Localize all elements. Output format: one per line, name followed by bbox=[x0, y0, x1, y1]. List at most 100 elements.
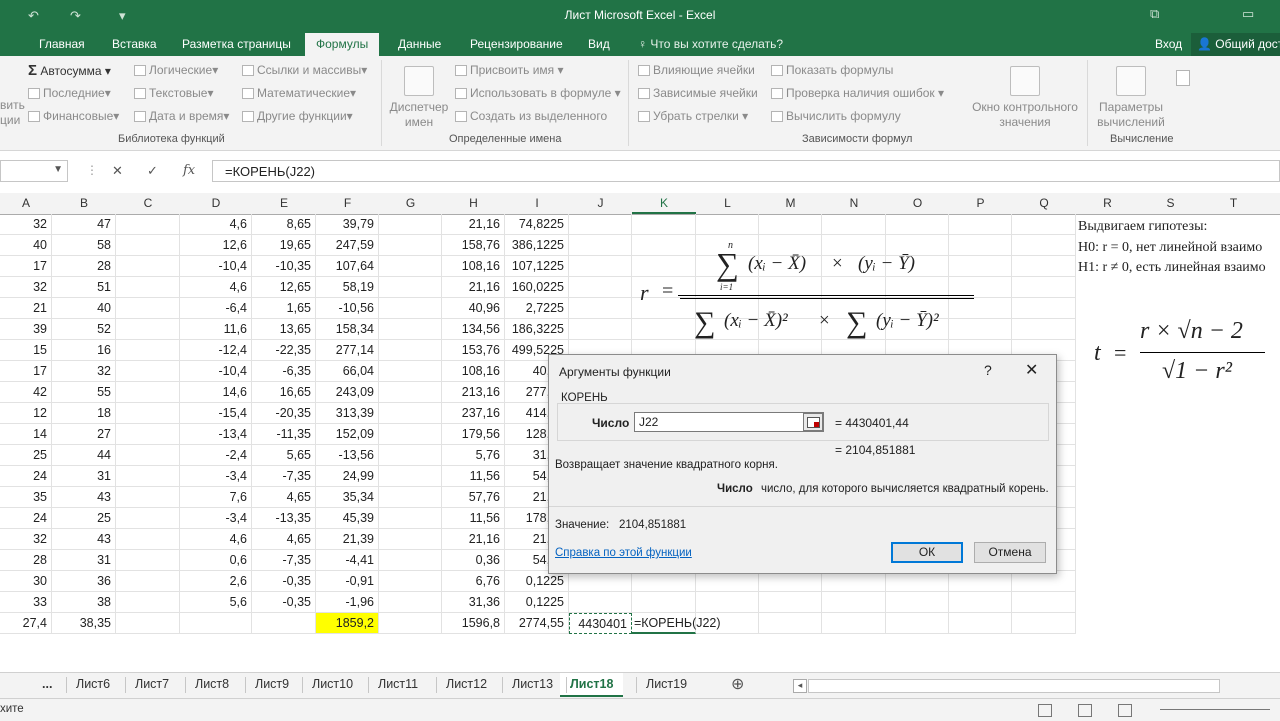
cell-a-row[interactable]: 39 bbox=[0, 319, 52, 340]
column-header-f[interactable]: F bbox=[316, 196, 379, 210]
cell-d-row[interactable]: 7,6 bbox=[180, 487, 252, 508]
cell-b-row[interactable]: 58 bbox=[52, 235, 116, 256]
cell-q-row[interactable] bbox=[1012, 613, 1076, 634]
cell-h-row[interactable]: 31,36 bbox=[442, 592, 505, 613]
cell-b-row[interactable]: 31 bbox=[52, 550, 116, 571]
cell-m-row[interactable] bbox=[759, 571, 822, 592]
cell-a-row[interactable]: 25 bbox=[0, 445, 52, 466]
cell-e-row[interactable]: -11,35 bbox=[252, 424, 316, 445]
cell-c-row[interactable] bbox=[116, 319, 180, 340]
cell-a-row[interactable]: 15 bbox=[0, 340, 52, 361]
cell-d-row[interactable]: -15,4 bbox=[180, 403, 252, 424]
cell-c-row[interactable] bbox=[116, 403, 180, 424]
cell-g-row[interactable] bbox=[379, 340, 442, 361]
cell-m-row[interactable] bbox=[759, 592, 822, 613]
zoom-slider[interactable] bbox=[1160, 709, 1270, 710]
cell-f-row[interactable]: 247,59 bbox=[316, 235, 379, 256]
cell-e-row[interactable]: -6,35 bbox=[252, 361, 316, 382]
cell-o-row[interactable] bbox=[886, 214, 949, 235]
insert-function-button[interactable]: вить ции bbox=[0, 98, 25, 128]
cell-c-row[interactable] bbox=[116, 445, 180, 466]
column-header-i[interactable]: I bbox=[505, 196, 569, 210]
cell-h-row[interactable]: 57,76 bbox=[442, 487, 505, 508]
cell-g-row[interactable] bbox=[379, 487, 442, 508]
column-header-a[interactable]: A bbox=[0, 196, 52, 210]
column-header-l[interactable]: L bbox=[696, 196, 759, 210]
cell-k-row[interactable] bbox=[632, 214, 696, 235]
cell-c-row[interactable] bbox=[116, 424, 180, 445]
cell-h-row[interactable]: 0,36 bbox=[442, 550, 505, 571]
cell-a-row[interactable]: 35 bbox=[0, 487, 52, 508]
trace-precedents-button[interactable]: Влияющие ячейки bbox=[638, 63, 755, 77]
cell-e-row[interactable]: 12,65 bbox=[252, 277, 316, 298]
cell-f-row[interactable]: 107,64 bbox=[316, 256, 379, 277]
cell-i-row[interactable]: 0,1225 bbox=[505, 571, 569, 592]
share-button[interactable]: 👤 Общий дост bbox=[1191, 33, 1280, 56]
sheet-tab-лист18[interactable]: Лист18 bbox=[560, 673, 624, 697]
cell-f-row[interactable]: -0,91 bbox=[316, 571, 379, 592]
cell-e-row[interactable]: 8,65 bbox=[252, 214, 316, 235]
cell-d-row[interactable] bbox=[180, 613, 252, 634]
cell-f-row[interactable]: 39,79 bbox=[316, 214, 379, 235]
cell-e-row[interactable]: 5,65 bbox=[252, 445, 316, 466]
cell-j-row[interactable] bbox=[569, 298, 632, 319]
cell-k-row[interactable] bbox=[632, 571, 696, 592]
cell-c-row[interactable] bbox=[116, 571, 180, 592]
cell-p-row[interactable] bbox=[949, 214, 1012, 235]
cell-d-row[interactable]: 4,6 bbox=[180, 277, 252, 298]
cell-m-row[interactable] bbox=[759, 214, 822, 235]
cell-q-row[interactable] bbox=[1012, 277, 1076, 298]
cell-h-row[interactable]: 21,16 bbox=[442, 529, 505, 550]
help-link[interactable]: Справка по этой функции bbox=[555, 547, 692, 559]
sheet-tab-лист8[interactable]: Лист8 bbox=[195, 677, 229, 691]
cell-m-row[interactable] bbox=[759, 613, 822, 634]
sheet-tab-лист12[interactable]: Лист12 bbox=[446, 677, 487, 691]
cell-b-row[interactable]: 38 bbox=[52, 592, 116, 613]
normal-view-icon[interactable] bbox=[1038, 704, 1052, 717]
tab-data[interactable]: Данные bbox=[398, 37, 441, 51]
cell-b-row[interactable]: 47 bbox=[52, 214, 116, 235]
cell-a-row[interactable]: 32 bbox=[0, 529, 52, 550]
cell-n-row[interactable] bbox=[822, 613, 886, 634]
cell-l-row[interactable] bbox=[696, 214, 759, 235]
cell-e-row[interactable]: -0,35 bbox=[252, 592, 316, 613]
cell-g-row[interactable] bbox=[379, 445, 442, 466]
cell-i-row[interactable]: 186,3225 bbox=[505, 319, 569, 340]
scroll-left-icon[interactable]: ◂ bbox=[793, 679, 807, 693]
cell-c-row[interactable] bbox=[116, 235, 180, 256]
column-header-b[interactable]: B bbox=[52, 196, 116, 210]
cell-i-row[interactable]: 0,1225 bbox=[505, 592, 569, 613]
cell-b-row[interactable]: 43 bbox=[52, 529, 116, 550]
cell-f-row[interactable]: 152,09 bbox=[316, 424, 379, 445]
cell-a-row[interactable]: 12 bbox=[0, 403, 52, 424]
cell-g-row[interactable] bbox=[379, 550, 442, 571]
cell-j-row[interactable] bbox=[569, 571, 632, 592]
cell-h-row[interactable]: 237,16 bbox=[442, 403, 505, 424]
watch-window-button[interactable]: Окно контрольного значения bbox=[965, 66, 1085, 130]
cell-h-row[interactable]: 21,16 bbox=[442, 214, 505, 235]
login-button[interactable]: Вход bbox=[1155, 37, 1182, 51]
cell-b-row[interactable]: 31 bbox=[52, 466, 116, 487]
evaluate-formula-button[interactable]: Вычислить формулу bbox=[771, 109, 901, 123]
column-header-g[interactable]: G bbox=[379, 196, 442, 210]
cell-j-row[interactable] bbox=[569, 319, 632, 340]
define-name-button[interactable]: Присвоить имя ▾ bbox=[455, 63, 564, 77]
cell-b-row[interactable]: 27 bbox=[52, 424, 116, 445]
cell-c-row[interactable] bbox=[116, 508, 180, 529]
collapse-dialog-icon[interactable] bbox=[803, 413, 823, 431]
cell-a-row[interactable]: 24 bbox=[0, 466, 52, 487]
cell-a-row[interactable]: 32 bbox=[0, 214, 52, 235]
remove-arrows-button[interactable]: Убрать стрелки ▾ bbox=[638, 109, 748, 123]
cell-e-row[interactable]: -13,35 bbox=[252, 508, 316, 529]
cell-d-row[interactable]: 12,6 bbox=[180, 235, 252, 256]
recent-button[interactable]: Последние▾ bbox=[28, 86, 111, 100]
cell-a-row[interactable]: 32 bbox=[0, 277, 52, 298]
trace-dependents-button[interactable]: Зависимые ячейки bbox=[638, 86, 758, 100]
use-in-formula-button[interactable]: Использовать в формуле ▾ bbox=[455, 86, 621, 100]
cell-c-row[interactable] bbox=[116, 613, 180, 634]
formula-input[interactable]: =КОРЕНЬ(J22) bbox=[212, 160, 1280, 182]
cell-e-row[interactable]: -20,35 bbox=[252, 403, 316, 424]
page-layout-view-icon[interactable] bbox=[1078, 704, 1092, 717]
cell-a-row[interactable]: 28 bbox=[0, 550, 52, 571]
cell-d-row[interactable]: 11,6 bbox=[180, 319, 252, 340]
